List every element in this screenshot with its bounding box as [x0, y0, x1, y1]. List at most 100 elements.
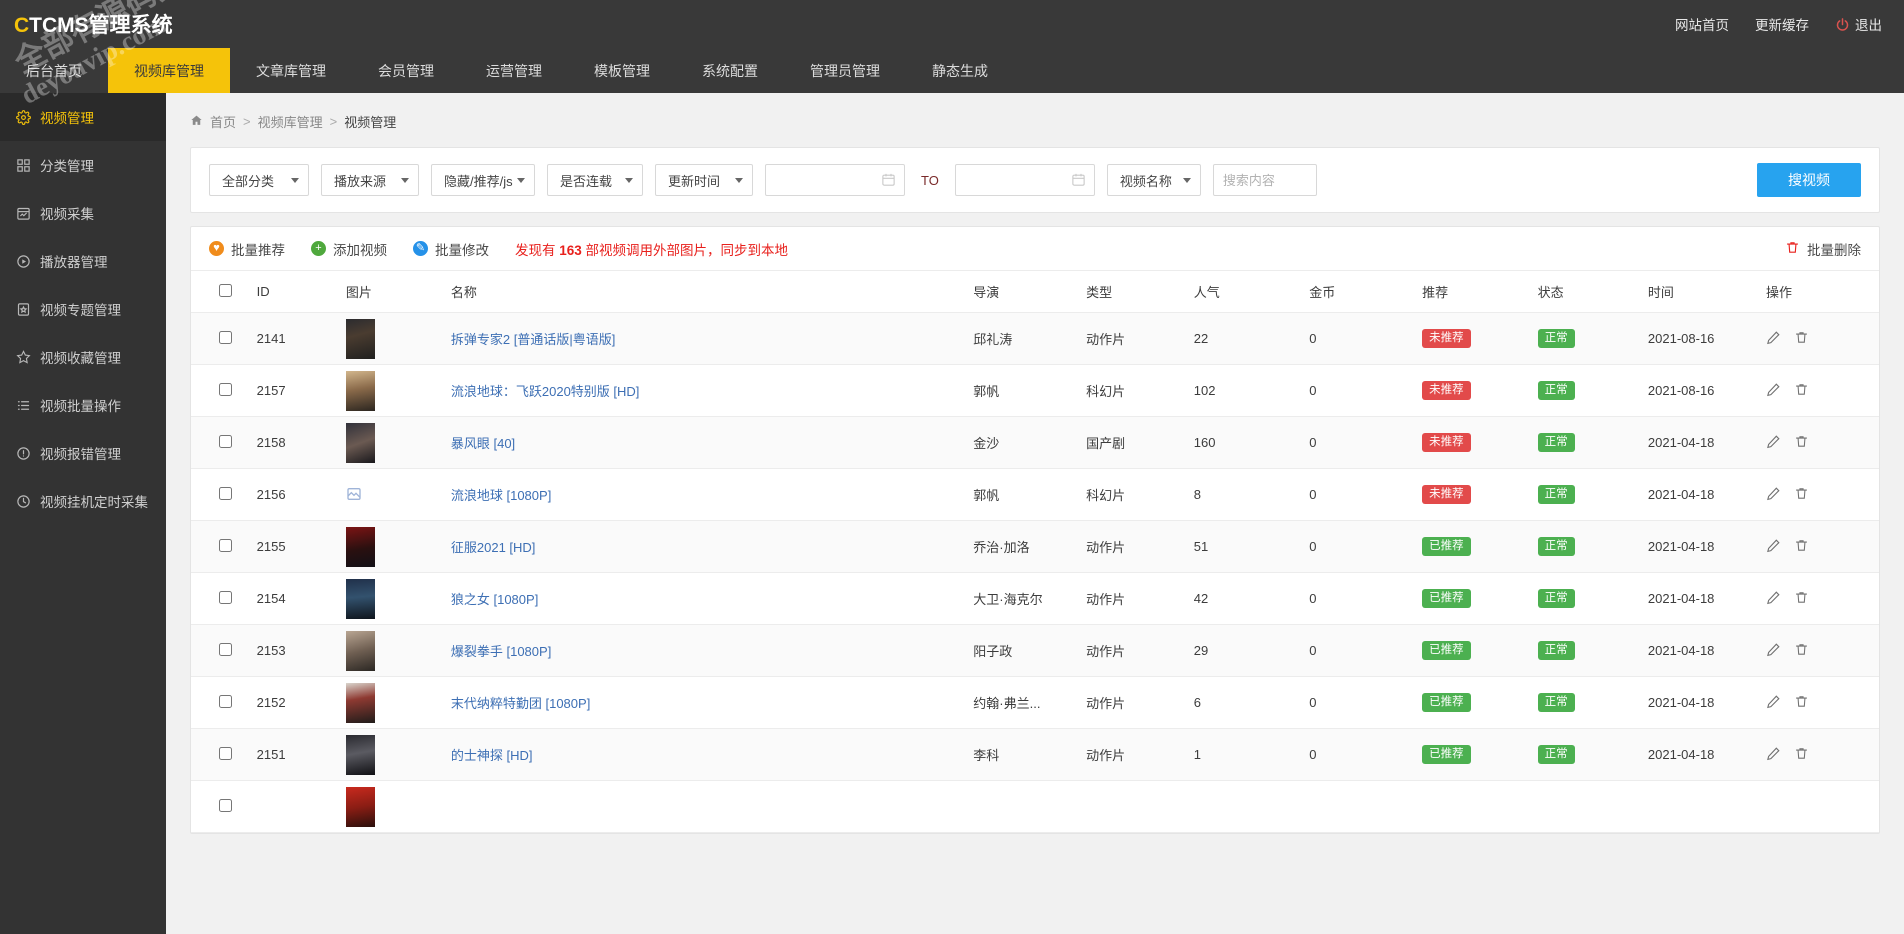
- breadcrumb-video-library[interactable]: 视频库管理: [258, 112, 323, 131]
- row-checkbox[interactable]: [219, 642, 232, 656]
- tab-admin-manage[interactable]: 管理员管理: [784, 48, 906, 93]
- sidebar-item-favorites-manage[interactable]: 视频收藏管理: [0, 333, 166, 381]
- video-name-link[interactable]: 流浪地球 [1080P]: [451, 488, 551, 503]
- video-name-link[interactable]: 狼之女 [1080P]: [451, 592, 538, 607]
- date-from-field[interactable]: [765, 164, 905, 196]
- row-checkbox[interactable]: [219, 382, 232, 396]
- recommend-badge: 未推荐: [1422, 485, 1471, 504]
- category-select[interactable]: 全部分类: [209, 164, 309, 196]
- cell-image: [345, 624, 451, 677]
- tab-backend-home[interactable]: 后台首页: [0, 48, 108, 93]
- row-checkbox[interactable]: [219, 434, 232, 448]
- sidebar-item-error-report[interactable]: 视频报错管理: [0, 429, 166, 477]
- row-checkbox[interactable]: [219, 538, 232, 552]
- sidebar-item-player-manage[interactable]: 播放器管理: [0, 237, 166, 285]
- row-checkbox[interactable]: [219, 330, 232, 344]
- edit-icon[interactable]: [1766, 538, 1781, 556]
- edit-icon[interactable]: [1766, 746, 1781, 764]
- source-select[interactable]: 播放来源: [321, 164, 419, 196]
- batch-delete-button[interactable]: 批量删除: [1785, 239, 1861, 259]
- search-input[interactable]: [1213, 165, 1316, 195]
- tab-member-manage[interactable]: 会员管理: [352, 48, 460, 93]
- sidebar-label-topic-manage: 视频专题管理: [40, 303, 121, 318]
- row-checkbox[interactable]: [219, 590, 232, 604]
- delete-icon[interactable]: [1794, 642, 1809, 660]
- delete-icon[interactable]: [1794, 538, 1809, 556]
- breadcrumb-current: 视频管理: [344, 115, 397, 130]
- tab-video-library[interactable]: 视频库管理: [108, 48, 230, 93]
- search-input-wrapper[interactable]: [1212, 164, 1317, 196]
- sidebar-item-scheduled-collect[interactable]: 视频挂机定时采集: [0, 477, 166, 525]
- delete-icon[interactable]: [1794, 382, 1809, 400]
- cell-recommend: 已推荐: [1422, 728, 1538, 781]
- cell-name: 流浪地球：飞跃2020特别版 [HD]: [450, 364, 974, 417]
- edit-icon[interactable]: [1766, 590, 1781, 608]
- sidebar-item-topic-manage[interactable]: 视频专题管理: [0, 285, 166, 333]
- tab-article-library[interactable]: 文章库管理: [230, 48, 352, 93]
- refresh-cache-link[interactable]: 更新缓存: [1755, 14, 1809, 34]
- chevron-down-icon: [517, 178, 525, 183]
- delete-icon[interactable]: [1794, 330, 1809, 348]
- row-checkbox[interactable]: [219, 694, 232, 708]
- date-to-field[interactable]: [954, 164, 1095, 196]
- search-button[interactable]: 搜视频: [1757, 163, 1861, 197]
- row-operations: [1766, 486, 1879, 504]
- breadcrumb-home[interactable]: 首页: [210, 112, 236, 131]
- sidebar-item-video-manage[interactable]: 视频管理: [0, 93, 166, 141]
- edit-icon[interactable]: [1766, 694, 1781, 712]
- video-name-link[interactable]: 暴风眼 [40]: [451, 436, 515, 451]
- select-all-checkbox[interactable]: [219, 283, 232, 297]
- edit-icon[interactable]: [1766, 382, 1781, 400]
- video-name-link[interactable]: 末代纳粹特勤团 [1080P]: [451, 696, 590, 711]
- edit-icon[interactable]: [1766, 642, 1781, 660]
- batch-edit-button[interactable]: ✎ 批量修改: [413, 239, 489, 259]
- search-field-select[interactable]: 视频名称: [1106, 164, 1201, 196]
- cell-director: 约翰·弗兰...: [973, 676, 1087, 729]
- delete-icon[interactable]: [1794, 694, 1809, 712]
- cell-image: [345, 520, 451, 573]
- video-thumbnail: [345, 318, 375, 359]
- cell-recommend: 未推荐: [1422, 416, 1538, 469]
- logout-label: 退出: [1855, 17, 1882, 33]
- edit-icon[interactable]: [1766, 486, 1781, 504]
- tab-static-generate[interactable]: 静态生成: [906, 48, 1014, 93]
- batch-recommend-button[interactable]: ♥ 批量推荐: [209, 239, 285, 259]
- edit-icon[interactable]: [1766, 434, 1781, 452]
- video-name-link[interactable]: 爆裂拳手 [1080P]: [451, 644, 551, 659]
- video-name-link[interactable]: 征服2021 [HD]: [451, 540, 536, 555]
- sidebar-item-video-collect[interactable]: 视频采集: [0, 189, 166, 237]
- chevron-down-icon: [1182, 178, 1191, 183]
- serial-select[interactable]: 是否连载: [547, 164, 643, 196]
- sidebar-label-batch-operations: 视频批量操作: [40, 399, 121, 414]
- delete-icon[interactable]: [1794, 746, 1809, 764]
- visibility-select[interactable]: 隐藏/推荐/js: [431, 164, 535, 196]
- row-checkbox[interactable]: [219, 798, 232, 812]
- row-operations: [1766, 538, 1879, 556]
- sidebar-item-category-manage[interactable]: 分类管理: [0, 141, 166, 189]
- row-operations: [1766, 434, 1879, 452]
- cell-name: 狼之女 [1080P]: [450, 572, 974, 625]
- row-select-cell: [191, 520, 257, 573]
- row-select-cell: [191, 676, 257, 729]
- delete-icon[interactable]: [1794, 486, 1809, 504]
- video-name-link[interactable]: 的士神探 [HD]: [451, 748, 533, 763]
- th-popularity: 人气: [1193, 271, 1310, 313]
- external-image-notice[interactable]: 发现有 163 部视频调用外部图片，同步到本地: [515, 239, 788, 259]
- update-time-select[interactable]: 更新时间: [655, 164, 753, 196]
- delete-icon[interactable]: [1794, 434, 1809, 452]
- th-time: 时间: [1647, 271, 1767, 313]
- sidebar-item-batch-operations[interactable]: 视频批量操作: [0, 381, 166, 429]
- tab-system-config[interactable]: 系统配置: [676, 48, 784, 93]
- row-checkbox[interactable]: [219, 746, 232, 760]
- delete-icon[interactable]: [1794, 590, 1809, 608]
- add-video-button[interactable]: + 添加视频: [311, 239, 387, 259]
- video-name-link[interactable]: 拆弹专家2 [普通话版|粤语版]: [451, 332, 615, 347]
- video-name-link[interactable]: 流浪地球：飞跃2020特别版 [HD]: [451, 384, 640, 399]
- logout-link[interactable]: 退出: [1835, 14, 1882, 35]
- row-checkbox[interactable]: [219, 486, 232, 500]
- tab-template-manage[interactable]: 模板管理: [568, 48, 676, 93]
- tab-operations[interactable]: 运营管理: [460, 48, 568, 93]
- cell-status: 正常: [1537, 520, 1648, 573]
- edit-icon[interactable]: [1766, 330, 1781, 348]
- site-home-link[interactable]: 网站首页: [1675, 14, 1729, 34]
